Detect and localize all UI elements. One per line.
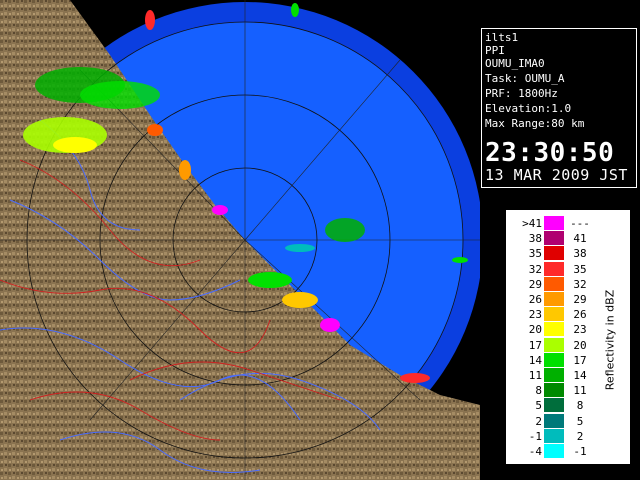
legend-swatch — [544, 292, 564, 306]
legend-row: 25 — [506, 413, 596, 429]
legend-high-label: 26 — [573, 308, 587, 322]
legend-high-label: 38 — [573, 247, 587, 261]
legend-low-label: 2 — [535, 414, 542, 428]
legend-high-label: 2 — [576, 429, 584, 443]
legend-swatch — [544, 246, 564, 261]
legend-row: 23 26 — [506, 307, 596, 322]
legend-swatch — [544, 444, 564, 458]
legend-swatch — [544, 398, 564, 413]
legend-row: 20 23 — [506, 322, 596, 337]
legend-title: Reflectivity in dBZ — [600, 230, 620, 450]
legend-low-label: 38 — [528, 232, 542, 246]
legend-swatch — [544, 307, 564, 322]
info-line-radar-id: ilts1 — [485, 31, 519, 44]
legend-high-label: 17 — [573, 353, 587, 367]
legend-row: -1 2 — [506, 428, 596, 444]
legend-low-label: 35 — [528, 247, 542, 261]
legend-low-label: 17 — [528, 338, 542, 352]
legend-low-label: 29 — [528, 277, 542, 291]
legend-row: 58 — [506, 398, 596, 413]
info-line-site: OUMU_IMA0 — [485, 57, 545, 70]
legend-low-label: 8 — [535, 384, 542, 398]
info-line-prf: PRF: 1800Hz — [485, 87, 558, 100]
legend-high-label: 23 — [573, 323, 587, 337]
legend-swatch — [544, 337, 564, 352]
legend-row: -4 -1 — [506, 444, 596, 459]
legend-high-label: 41 — [573, 232, 587, 246]
legend-row: 29 32 — [506, 276, 596, 292]
legend-high-label: 14 — [573, 369, 587, 382]
legend-row: 26 29 — [506, 292, 596, 307]
observation-time: 23:30:50 — [485, 138, 615, 168]
legend-high-label: 11 — [573, 384, 587, 398]
legend-swatch — [544, 383, 564, 398]
legend-low-label: >41 — [522, 217, 542, 230]
legend-low-label: -4 — [528, 445, 542, 458]
legend-row: 11 14 — [506, 368, 596, 383]
legend-swatch — [544, 428, 564, 443]
legend-row: 17 20 — [506, 337, 596, 353]
radar-info-panel: ilts1 PPI OUMU_IMA0 Task: OUMU_A PRF: 18… — [481, 28, 637, 188]
legend-row: 32 35 — [506, 261, 596, 277]
legend-row: 35 38 — [506, 246, 596, 261]
info-line-elevation: Elevation:1.0 — [485, 102, 572, 115]
legend-high-label: 35 — [573, 262, 587, 276]
legend-high-label: 8 — [576, 399, 584, 413]
info-line-task: Task: OUMU_A — [485, 72, 565, 85]
legend-low-label: 14 — [528, 353, 542, 367]
legend-high-label: 20 — [573, 338, 587, 352]
legend-low-label: 32 — [528, 262, 542, 276]
legend-row: 38 41 — [506, 231, 596, 246]
info-line-product: PPI — [485, 44, 505, 57]
legend-low-label: 5 — [535, 399, 542, 413]
legend-high-label: --- — [570, 217, 590, 230]
radar-ppi-map — [0, 0, 480, 480]
legend-swatch — [544, 216, 564, 230]
legend-low-label: -1 — [528, 429, 542, 443]
legend-low-label: 11 — [528, 369, 542, 382]
legend-high-label: 29 — [573, 293, 587, 306]
legend-low-label: 26 — [528, 293, 542, 306]
legend-swatch — [544, 231, 564, 246]
legend-high-label: 5 — [576, 414, 584, 428]
legend-high-label: -1 — [573, 445, 587, 458]
legend-swatch — [544, 276, 564, 291]
observation-date: 13 MAR 2009 JST — [485, 166, 628, 184]
legend-low-label: 23 — [528, 308, 542, 322]
legend-swatch — [544, 352, 564, 367]
legend-title-text: Reflectivity in dBZ — [603, 289, 617, 391]
info-line-max-range: Max Range:80 km — [485, 117, 585, 130]
legend-swatch — [544, 413, 564, 428]
legend-high-label: 32 — [573, 277, 587, 291]
legend-swatch — [544, 368, 564, 382]
reflectivity-legend: >41 --- 38 41 35 38 32 35 29 32 26 29 23 26 20 23 17 20 14… — [505, 209, 631, 465]
legend-row: 8 11 — [506, 383, 596, 398]
legend-row: >41 --- — [506, 216, 596, 231]
legend-swatch — [544, 322, 564, 337]
legend-low-label: 20 — [528, 323, 542, 337]
legend-swatch — [544, 261, 564, 276]
legend-row: 14 17 — [506, 352, 596, 368]
